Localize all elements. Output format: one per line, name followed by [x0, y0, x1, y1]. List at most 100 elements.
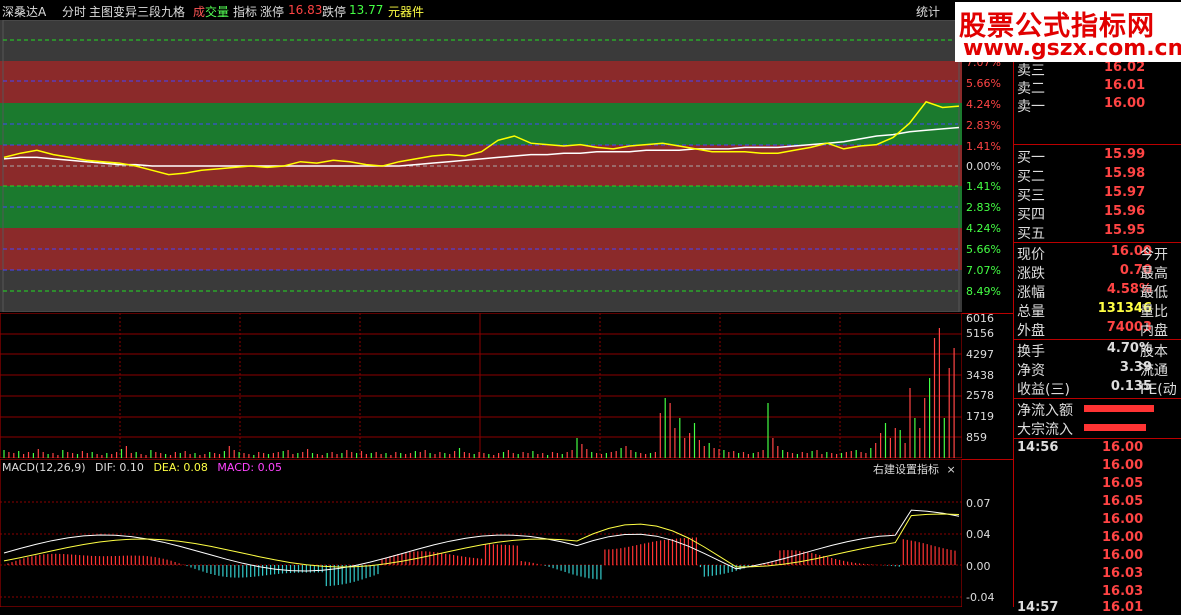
- volume-axis: 6016 5156 4297 3438 2578 1719 859: [962, 312, 1013, 459]
- quote-label: 涨幅: [1017, 285, 1045, 301]
- order-price: 15.97: [1104, 185, 1146, 200]
- macd-value-label: MACD: 0.05: [217, 461, 283, 474]
- tab-minute[interactable]: 分时: [62, 3, 86, 20]
- net-inflow-row: 净流入额: [1014, 400, 1181, 419]
- quote-label: 外盘: [1017, 323, 1045, 339]
- order-book-buy-row: 买五 15.95: [1014, 223, 1181, 242]
- price-axis-label-down: 8.49%: [966, 285, 1001, 298]
- order-label: 买三: [1017, 188, 1045, 204]
- quote-label: 收益(三): [1017, 382, 1070, 398]
- order-label: 卖一: [1017, 99, 1045, 115]
- price-axis: 7.07% 5.66% 4.24% 2.83% 1.41% 0.00% 1.41% 2.83%…: [962, 20, 1013, 312]
- order-book-buy-row: 买二 15.98: [1014, 166, 1181, 185]
- net-inflow-label: 净流入额: [1017, 403, 1073, 419]
- price-axis-label-zero: 0.00%: [966, 160, 1001, 173]
- limit-down-label: 跌停: [322, 5, 347, 19]
- quote-label: 净资: [1017, 363, 1045, 379]
- tools-label[interactable]: 元器件: [388, 3, 424, 20]
- price-axis-label-up: 2.83%: [966, 119, 1001, 132]
- block-inflow-row: 大宗流入: [1014, 419, 1181, 438]
- main-indicator-name[interactable]: 主图变异三段九格: [89, 3, 185, 20]
- block-inflow-label: 大宗流入: [1017, 422, 1073, 438]
- order-price: 16.00: [1104, 96, 1146, 111]
- quote-panel: 卖五16.04卖四16.03卖三16.02卖二16.01卖一16.00买一15.…: [1013, 20, 1181, 615]
- quote-row: 涨幅 4.58% 最低: [1014, 282, 1181, 301]
- price-axis-label-up: 5.66%: [966, 77, 1001, 90]
- quote-row: 外盘 74003 内盘: [1014, 320, 1181, 339]
- tick-price: 16.05: [1102, 494, 1144, 509]
- stock-name[interactable]: 深桑达A: [2, 3, 46, 20]
- volume-chart[interactable]: [0, 313, 962, 458]
- indicator-button[interactable]: 指标: [233, 3, 257, 20]
- quote-sublabel: 内盘: [1140, 323, 1168, 339]
- price-axis-label-down: 4.24%: [966, 222, 1001, 235]
- volume-axis-label: 5156: [966, 327, 994, 340]
- volume-axis-label: 4297: [966, 348, 994, 361]
- watermark-logo: 股票公式指标网 www.gszx.com.cn: [955, 2, 1181, 62]
- separator: [1014, 242, 1181, 243]
- quote-label: 总量: [1017, 304, 1045, 320]
- watermark-url: www.gszx.com.cn: [963, 36, 1181, 61]
- quote-label: 换手: [1017, 344, 1045, 360]
- quote-label: 涨跌: [1017, 266, 1045, 282]
- stats-button[interactable]: 统计: [916, 3, 940, 20]
- price-axis-label-down: 2.83%: [966, 201, 1001, 214]
- volume-label-2: 交量: [205, 5, 230, 19]
- price-chart[interactable]: [0, 20, 962, 312]
- quote-row: 收益(三) 0.135 PE(动: [1014, 379, 1181, 398]
- order-label: 买一: [1017, 150, 1045, 166]
- order-book-sell-row: 卖二 16.01: [1014, 78, 1181, 97]
- volume-axis-label: 1719: [966, 410, 994, 423]
- separator: [1014, 398, 1181, 399]
- quote-row: 涨跌 0.70 最高: [1014, 263, 1181, 282]
- quote-row: 总量 131346 量比: [1014, 301, 1181, 320]
- dif-label: DIF: 0.10: [95, 461, 144, 474]
- quote-sublabel: 股本: [1140, 344, 1168, 360]
- order-label: 买四: [1017, 207, 1045, 223]
- limit-up-value: 16.83: [288, 3, 323, 17]
- order-price: 15.96: [1104, 204, 1146, 219]
- tick-price: 16.05: [1102, 476, 1144, 491]
- macd-chart[interactable]: [0, 459, 962, 607]
- macd-axis-label: 0.04: [966, 528, 991, 541]
- quote-sublabel: 今开: [1140, 247, 1168, 263]
- quote-label: 现价: [1017, 247, 1045, 263]
- settings-hint[interactable]: 右建设置指标 ×: [873, 461, 956, 477]
- close-icon[interactable]: ×: [947, 463, 956, 476]
- order-label: 买二: [1017, 169, 1045, 185]
- quote-row: 现价 16.00 今开: [1014, 244, 1181, 263]
- volume-axis-label: 6016: [966, 312, 994, 325]
- price-zone-band: [0, 145, 962, 166]
- macd-axis-label: 0.00: [966, 560, 991, 573]
- tick-price: 16.01: [1102, 600, 1144, 615]
- order-label: 卖三: [1017, 63, 1045, 79]
- tick-price: 16.03: [1102, 566, 1144, 581]
- tick-time: 14:56: [1017, 440, 1059, 455]
- price-axis-label-down: 5.66%: [966, 243, 1001, 256]
- volume-label-1: 成: [193, 5, 206, 19]
- limit-down-value: 13.77: [349, 3, 384, 17]
- macd-title[interactable]: MACD(12,26,9): [2, 461, 86, 474]
- order-book-buy-row: 买一 15.99: [1014, 147, 1181, 166]
- quote-row: 换手 4.70% 股本: [1014, 341, 1181, 360]
- order-price: 15.95: [1104, 223, 1146, 238]
- order-price: 15.99: [1104, 147, 1146, 162]
- quote-row: 净资 3.39 流通: [1014, 360, 1181, 379]
- volume-axis-label: 2578: [966, 389, 994, 402]
- price-zone-band: [0, 61, 962, 103]
- quote-sublabel: 流通: [1140, 363, 1168, 379]
- settings-hint-text: 右建设置指标: [873, 463, 939, 476]
- tick-price: 16.00: [1102, 440, 1144, 455]
- volume-axis-label: 859: [966, 431, 987, 444]
- price-axis-label-up: 4.24%: [966, 98, 1001, 111]
- separator: [1014, 438, 1181, 439]
- quote-sublabel: 最高: [1140, 266, 1168, 282]
- tick-price: 16.00: [1102, 458, 1144, 473]
- price-axis-label-down: 1.41%: [966, 180, 1001, 193]
- quote-sublabel: 量比: [1140, 304, 1168, 320]
- macd-axis-label: 0.07: [966, 497, 991, 510]
- order-price: 16.02: [1104, 60, 1146, 75]
- order-book-sell-row: 卖三 16.02: [1014, 60, 1181, 79]
- block-inflow-bar: [1084, 424, 1146, 431]
- order-label: 卖二: [1017, 81, 1045, 97]
